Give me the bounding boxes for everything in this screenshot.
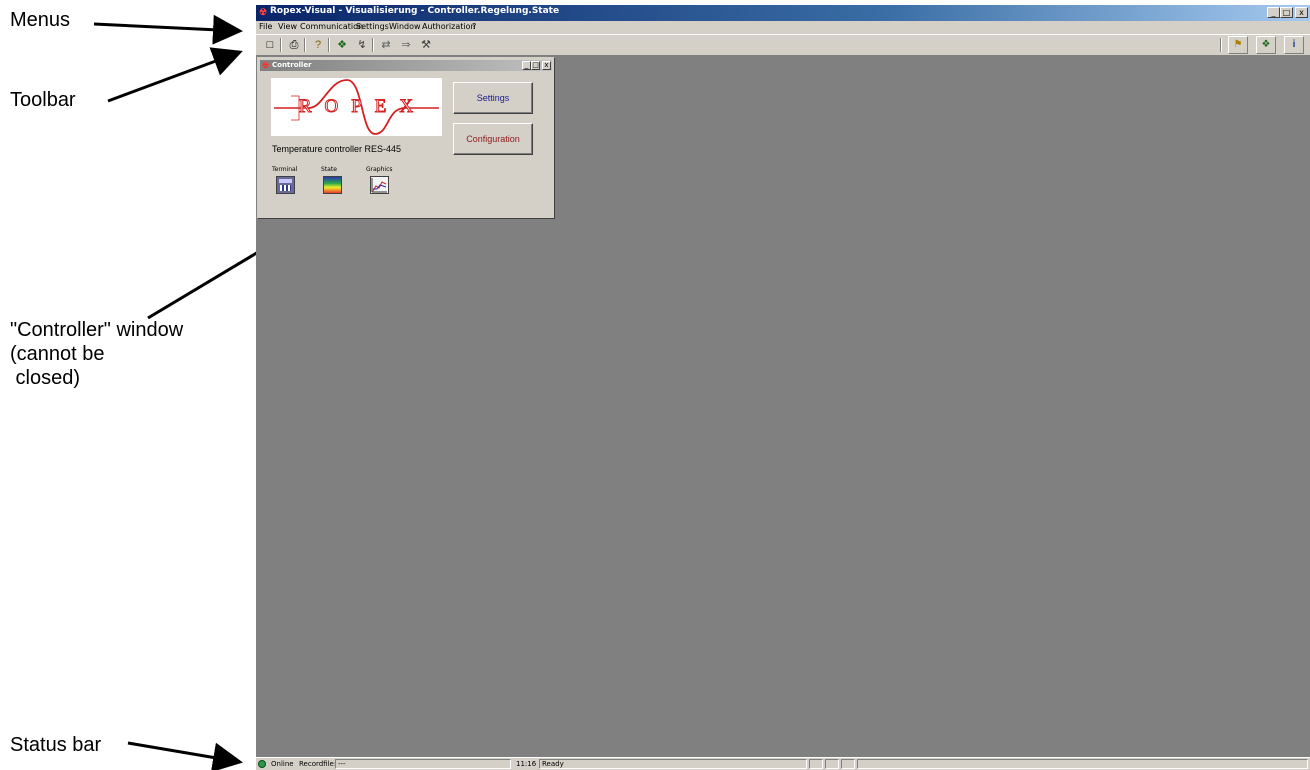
status-indicator — [809, 759, 823, 769]
network-icon[interactable]: ⚑ — [1228, 36, 1248, 54]
toolbar-separator — [304, 38, 306, 52]
device-icon[interactable]: ❖ — [1256, 36, 1276, 54]
graphics-icon[interactable] — [370, 176, 389, 194]
arrow-icon[interactable]: ⇒ — [398, 37, 414, 53]
online-status: Online — [271, 760, 294, 768]
restore-button[interactable]: □ — [1280, 7, 1293, 18]
status-text: Ready — [539, 759, 807, 769]
annotation-status-bar: Status bar — [10, 734, 102, 756]
minimize-button[interactable]: _ — [1267, 7, 1280, 18]
settings-button[interactable]: Settings — [453, 82, 533, 114]
close-button[interactable]: x — [1295, 7, 1308, 18]
arrow-toolbar — [107, 47, 243, 103]
app-icon: ☢ — [259, 7, 268, 17]
controller-app-icon: ☢ — [262, 61, 270, 70]
annotation-menus: Menus — [10, 9, 71, 31]
menu-bar: File View Communication Settings Window … — [256, 21, 1310, 34]
recordfile-value: --- — [335, 759, 511, 769]
graphics-label: Graphics — [366, 166, 393, 173]
menu-communication[interactable]: Communication — [300, 22, 363, 31]
print-icon[interactable]: ⎙ — [286, 37, 302, 53]
status-time: 11:16 — [516, 760, 537, 768]
recordfile-label: Recordfile: — [299, 760, 337, 768]
status-indicator — [825, 759, 839, 769]
online-led-icon — [258, 760, 266, 768]
controller-restore-button[interactable]: □ — [531, 61, 540, 70]
arrow-status-bar — [127, 741, 243, 770]
menu-settings[interactable]: Settings — [356, 22, 389, 31]
toolbar: □ ⎙ ? ❖ ↯ ⇄ ⇒ ⚒ ⚑ ❖ i — [256, 34, 1310, 56]
title-bar[interactable]: ☢ Ropex-Visual - Visualisierung - Contro… — [256, 5, 1310, 21]
annotation-toolbar: Toolbar — [10, 89, 76, 111]
status-bar: Online Recordfile: --- 11:16 Ready — [256, 757, 1310, 770]
state-icon[interactable] — [323, 176, 342, 194]
signal-icon[interactable]: ↯ — [354, 37, 370, 53]
toolbar-separator — [372, 38, 374, 52]
toolbar-separator — [328, 38, 330, 52]
terminal-icon[interactable] — [276, 176, 295, 194]
window-title: Ropex-Visual - Visualisierung - Controll… — [270, 6, 560, 16]
help-icon[interactable]: ? — [310, 37, 326, 53]
terminal-label: Terminal — [272, 166, 298, 173]
logo-text: ROPEX — [298, 96, 427, 118]
app-window: ☢ Ropex-Visual - Visualisierung - Contro… — [256, 5, 1310, 770]
menu-file[interactable]: File — [259, 22, 272, 31]
menu-authorization[interactable]: Authorization — [422, 22, 476, 31]
transfer-icon[interactable]: ⇄ — [378, 37, 394, 53]
configuration-button[interactable]: Configuration — [453, 123, 533, 155]
annotation-controller-window: "Controller" window (cannot be closed) — [10, 319, 184, 389]
new-icon[interactable]: □ — [262, 37, 278, 53]
toolbar-separator — [1220, 38, 1222, 52]
controller-title-bar[interactable]: ☢ Controller _ □ x — [260, 60, 552, 71]
menu-view[interactable]: View — [278, 22, 297, 31]
toolbar-separator — [280, 38, 282, 52]
status-indicator — [841, 759, 855, 769]
controller-title: Controller — [272, 61, 312, 69]
menu-window[interactable]: Window — [389, 22, 421, 31]
controller-model-label: Temperature controller RES-445 — [272, 144, 402, 154]
arrow-menus — [93, 14, 243, 45]
info-icon[interactable]: i — [1284, 36, 1304, 54]
tools-icon[interactable]: ⚒ — [418, 37, 434, 53]
ropex-logo: ROPEX — [271, 78, 442, 136]
connect-icon[interactable]: ❖ — [334, 37, 350, 53]
controller-minimize-button[interactable]: _ — [522, 61, 531, 70]
state-label: State — [321, 166, 337, 173]
controller-window: ☢ Controller _ □ x ROPEX Settings Config… — [257, 57, 555, 219]
controller-close-button[interactable]: x — [542, 61, 551, 70]
status-filler — [857, 759, 1308, 769]
menu-help[interactable]: ? — [472, 22, 476, 31]
